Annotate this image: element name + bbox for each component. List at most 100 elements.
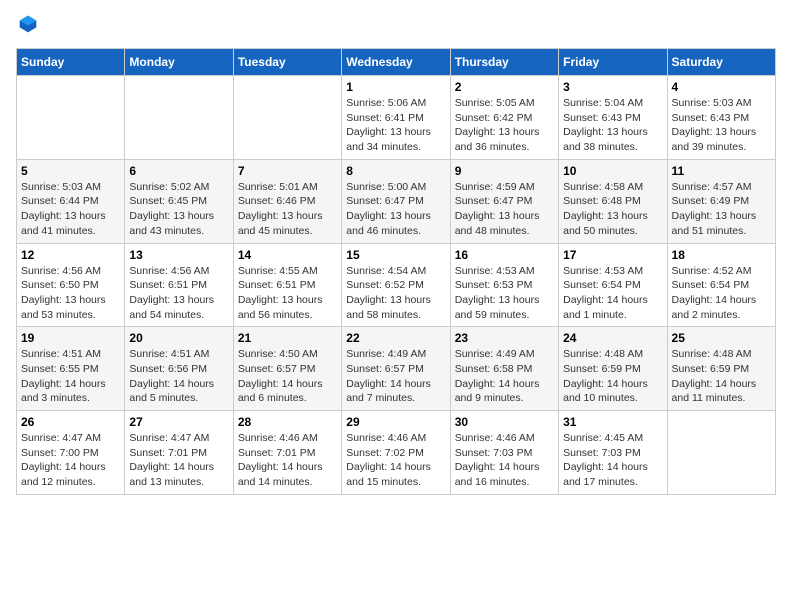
day-info: Sunrise: 5:04 AM Sunset: 6:43 PM Dayligh… — [563, 96, 662, 155]
calendar-table: SundayMondayTuesdayWednesdayThursdayFrid… — [16, 48, 776, 495]
day-info: Sunrise: 4:55 AM Sunset: 6:51 PM Dayligh… — [238, 264, 337, 323]
day-number: 22 — [346, 331, 445, 345]
calendar-cell: 3 Sunrise: 5:04 AM Sunset: 6:43 PM Daylig… — [559, 76, 667, 160]
logo-icon — [18, 14, 38, 34]
calendar-cell — [125, 76, 233, 160]
day-info: Sunrise: 4:52 AM Sunset: 6:54 PM Dayligh… — [672, 264, 771, 323]
day-info: Sunrise: 5:01 AM Sunset: 6:46 PM Dayligh… — [238, 180, 337, 239]
day-number: 29 — [346, 415, 445, 429]
day-info: Sunrise: 5:05 AM Sunset: 6:42 PM Dayligh… — [455, 96, 554, 155]
day-info: Sunrise: 5:03 AM Sunset: 6:43 PM Dayligh… — [672, 96, 771, 155]
calendar-cell: 24Sunrise: 4:48 AM Sunset: 6:59 PM Dayli… — [559, 327, 667, 411]
calendar-week-row: 26 Sunrise: 4:47 AM Sunset: 7:00 PM Dayli… — [17, 411, 776, 495]
day-number: 23 — [455, 331, 554, 345]
calendar-cell: 1 Sunrise: 5:06 AM Sunset: 6:41 PM Daylig… — [342, 76, 450, 160]
day-info: Sunrise: 5:06 AM Sunset: 6:41 PM Dayligh… — [346, 96, 445, 155]
column-header-tuesday: Tuesday — [233, 49, 341, 76]
calendar-cell: 23 Sunrise: 4:49 AM Sunset: 6:58 PM Dayli… — [450, 327, 558, 411]
day-info: Sunrise: 4:46 AM Sunset: 7:03 PM Dayligh… — [455, 431, 554, 490]
day-info: Sunrise: 4:51 AM Sunset: 6:55 PM Dayligh… — [21, 347, 120, 406]
calendar-week-row: 12 Sunrise: 4:56 AM Sunset: 6:50 PM Dayli… — [17, 243, 776, 327]
day-number: 16 — [455, 248, 554, 262]
day-number: 15 — [346, 248, 445, 262]
day-info: Sunrise: 4:46 AM Sunset: 7:02 PM Dayligh… — [346, 431, 445, 490]
calendar-cell: 21 Sunrise: 4:50 AM Sunset: 6:57 PM Dayli… — [233, 327, 341, 411]
calendar-cell: 30 Sunrise: 4:46 AM Sunset: 7:03 PM Dayli… — [450, 411, 558, 495]
calendar-cell: 9Sunrise: 4:59 AM Sunset: 6:47 PM Daylig… — [450, 159, 558, 243]
calendar-cell: 17 Sunrise: 4:53 AM Sunset: 6:54 PM Dayli… — [559, 243, 667, 327]
calendar-cell: 25 Sunrise: 4:48 AM Sunset: 6:59 PM Dayli… — [667, 327, 775, 411]
calendar-week-row: 5 Sunrise: 5:03 AM Sunset: 6:44 PM Daylig… — [17, 159, 776, 243]
calendar-cell: 15 Sunrise: 4:54 AM Sunset: 6:52 PM Dayli… — [342, 243, 450, 327]
day-number: 11 — [672, 164, 771, 178]
calendar-cell: 28Sunrise: 4:46 AM Sunset: 7:01 PM Dayli… — [233, 411, 341, 495]
day-number: 26 — [21, 415, 120, 429]
calendar-cell: 4 Sunrise: 5:03 AM Sunset: 6:43 PM Daylig… — [667, 76, 775, 160]
day-info: Sunrise: 4:57 AM Sunset: 6:49 PM Dayligh… — [672, 180, 771, 239]
column-header-thursday: Thursday — [450, 49, 558, 76]
day-number: 13 — [129, 248, 228, 262]
calendar-cell: 18Sunrise: 4:52 AM Sunset: 6:54 PM Dayli… — [667, 243, 775, 327]
day-info: Sunrise: 4:53 AM Sunset: 6:54 PM Dayligh… — [563, 264, 662, 323]
column-header-monday: Monday — [125, 49, 233, 76]
calendar-cell: 10Sunrise: 4:58 AM Sunset: 6:48 PM Dayli… — [559, 159, 667, 243]
day-number: 24 — [563, 331, 662, 345]
calendar-cell: 16 Sunrise: 4:53 AM Sunset: 6:53 PM Dayli… — [450, 243, 558, 327]
day-info: Sunrise: 5:03 AM Sunset: 6:44 PM Dayligh… — [21, 180, 120, 239]
calendar-cell: 6 Sunrise: 5:02 AM Sunset: 6:45 PM Daylig… — [125, 159, 233, 243]
day-number: 3 — [563, 80, 662, 94]
day-info: Sunrise: 4:48 AM Sunset: 6:59 PM Dayligh… — [672, 347, 771, 406]
day-number: 6 — [129, 164, 228, 178]
calendar-cell: 20Sunrise: 4:51 AM Sunset: 6:56 PM Dayli… — [125, 327, 233, 411]
day-number: 4 — [672, 80, 771, 94]
day-info: Sunrise: 5:02 AM Sunset: 6:45 PM Dayligh… — [129, 180, 228, 239]
day-info: Sunrise: 5:00 AM Sunset: 6:47 PM Dayligh… — [346, 180, 445, 239]
calendar-week-row: 19Sunrise: 4:51 AM Sunset: 6:55 PM Dayli… — [17, 327, 776, 411]
day-number: 27 — [129, 415, 228, 429]
day-info: Sunrise: 4:46 AM Sunset: 7:01 PM Dayligh… — [238, 431, 337, 490]
day-number: 7 — [238, 164, 337, 178]
day-info: Sunrise: 4:59 AM Sunset: 6:47 PM Dayligh… — [455, 180, 554, 239]
day-info: Sunrise: 4:47 AM Sunset: 7:00 PM Dayligh… — [21, 431, 120, 490]
calendar-cell: 29 Sunrise: 4:46 AM Sunset: 7:02 PM Dayli… — [342, 411, 450, 495]
day-number: 1 — [346, 80, 445, 94]
calendar-week-row: 1 Sunrise: 5:06 AM Sunset: 6:41 PM Daylig… — [17, 76, 776, 160]
day-number: 21 — [238, 331, 337, 345]
day-number: 31 — [563, 415, 662, 429]
day-info: Sunrise: 4:56 AM Sunset: 6:50 PM Dayligh… — [21, 264, 120, 323]
column-header-friday: Friday — [559, 49, 667, 76]
calendar-cell: 5 Sunrise: 5:03 AM Sunset: 6:44 PM Daylig… — [17, 159, 125, 243]
calendar-cell: 22Sunrise: 4:49 AM Sunset: 6:57 PM Dayli… — [342, 327, 450, 411]
day-info: Sunrise: 4:53 AM Sunset: 6:53 PM Dayligh… — [455, 264, 554, 323]
calendar-cell: 14 Sunrise: 4:55 AM Sunset: 6:51 PM Dayli… — [233, 243, 341, 327]
day-number: 8 — [346, 164, 445, 178]
day-number: 14 — [238, 248, 337, 262]
day-info: Sunrise: 4:50 AM Sunset: 6:57 PM Dayligh… — [238, 347, 337, 406]
day-info: Sunrise: 4:49 AM Sunset: 6:58 PM Dayligh… — [455, 347, 554, 406]
page-header — [16, 16, 776, 36]
logo — [16, 16, 38, 36]
day-info: Sunrise: 4:54 AM Sunset: 6:52 PM Dayligh… — [346, 264, 445, 323]
day-info: Sunrise: 4:56 AM Sunset: 6:51 PM Dayligh… — [129, 264, 228, 323]
day-number: 2 — [455, 80, 554, 94]
day-number: 25 — [672, 331, 771, 345]
day-number: 30 — [455, 415, 554, 429]
calendar-cell: 2 Sunrise: 5:05 AM Sunset: 6:42 PM Daylig… — [450, 76, 558, 160]
calendar-cell: 27 Sunrise: 4:47 AM Sunset: 7:01 PM Dayli… — [125, 411, 233, 495]
calendar-cell — [17, 76, 125, 160]
day-number: 12 — [21, 248, 120, 262]
column-header-wednesday: Wednesday — [342, 49, 450, 76]
calendar-cell: 31 Sunrise: 4:45 AM Sunset: 7:03 PM Dayli… — [559, 411, 667, 495]
calendar-cell — [233, 76, 341, 160]
calendar-cell: 19Sunrise: 4:51 AM Sunset: 6:55 PM Dayli… — [17, 327, 125, 411]
calendar-cell: 8 Sunrise: 5:00 AM Sunset: 6:47 PM Daylig… — [342, 159, 450, 243]
calendar-header-row: SundayMondayTuesdayWednesdayThursdayFrid… — [17, 49, 776, 76]
day-info: Sunrise: 4:45 AM Sunset: 7:03 PM Dayligh… — [563, 431, 662, 490]
day-number: 5 — [21, 164, 120, 178]
calendar-cell: 26 Sunrise: 4:47 AM Sunset: 7:00 PM Dayli… — [17, 411, 125, 495]
calendar-cell: 13 Sunrise: 4:56 AM Sunset: 6:51 PM Dayli… — [125, 243, 233, 327]
day-info: Sunrise: 4:47 AM Sunset: 7:01 PM Dayligh… — [129, 431, 228, 490]
calendar-cell — [667, 411, 775, 495]
calendar-cell: 11 Sunrise: 4:57 AM Sunset: 6:49 PM Dayli… — [667, 159, 775, 243]
day-number: 17 — [563, 248, 662, 262]
